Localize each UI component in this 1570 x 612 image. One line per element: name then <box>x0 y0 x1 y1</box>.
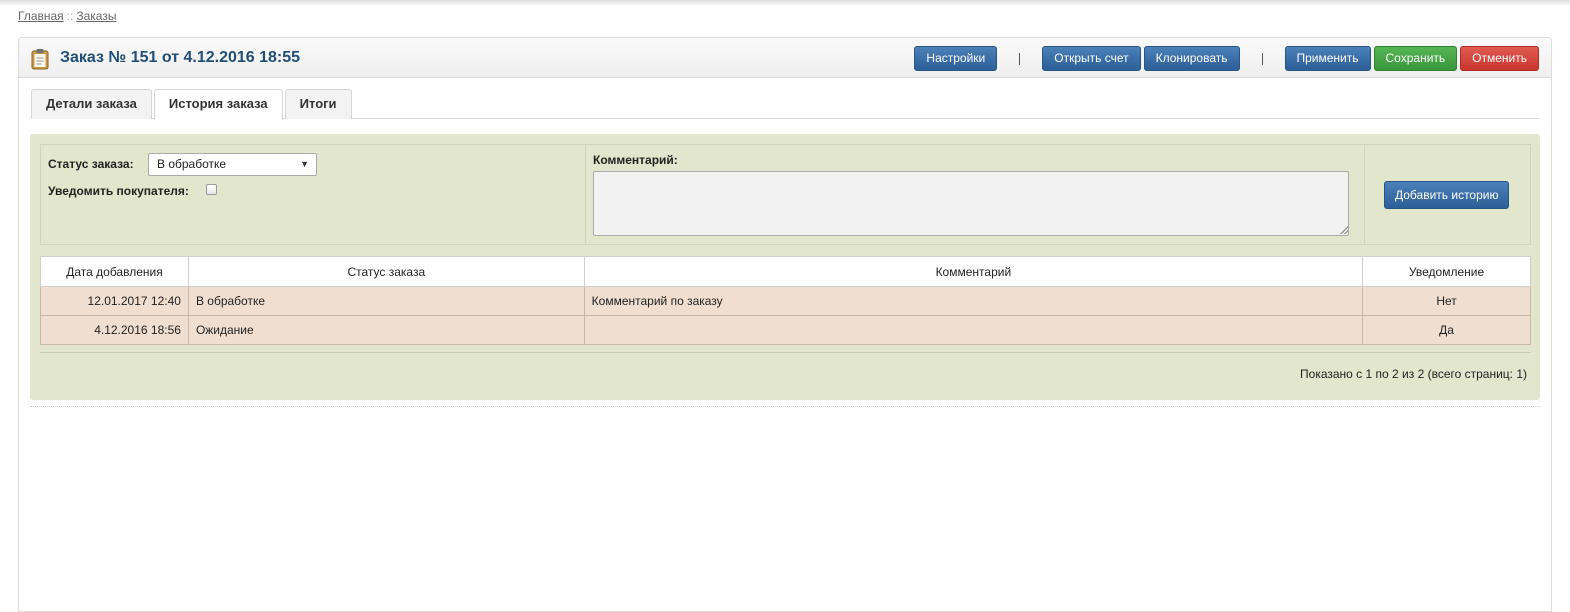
divider <box>30 406 1540 407</box>
cell-notification: Да <box>1362 315 1531 345</box>
tab-order-details[interactable]: Детали заказа <box>31 89 152 119</box>
open-invoice-button[interactable]: Открыть счет <box>1042 46 1141 71</box>
apply-button[interactable]: Применить <box>1284 46 1371 71</box>
pagination-info: Показано с 1 по 2 из 2 (всего страниц: 1… <box>1300 367 1527 381</box>
chevron-down-icon: ▼ <box>300 159 309 169</box>
toolbar-separator <box>1019 52 1021 65</box>
column-header-notification: Уведомление <box>1362 256 1531 287</box>
cell-status: Ожидание <box>187 315 585 345</box>
notify-label: Уведомить покупателя: <box>48 184 189 198</box>
history-table: Дата добавления Статус заказа Комментари… <box>40 256 1531 345</box>
status-label: Статус заказа: <box>48 157 134 171</box>
breadcrumb-home-link[interactable]: Главная <box>18 9 64 23</box>
tab-totals[interactable]: Итоги <box>284 89 352 119</box>
cell-comment <box>583 315 1364 345</box>
tab-bar: Детали заказа История заказа Итоги <box>31 89 1539 120</box>
breadcrumb-orders-link[interactable]: Заказы <box>76 9 116 23</box>
toolbar: Настройки Открыть счет Клонировать Приме… <box>914 46 1539 71</box>
table-header-row: Дата добавления Статус заказа Комментари… <box>40 256 1531 287</box>
settings-button[interactable]: Настройки <box>914 46 998 71</box>
column-header-status: Статус заказа <box>187 256 585 287</box>
history-panel: Статус заказа: В обработке ▼ Уведомить п… <box>30 134 1540 400</box>
cancel-button[interactable]: Отменить <box>1460 46 1539 71</box>
cell-notification: Нет <box>1362 286 1531 316</box>
clone-button[interactable]: Клонировать <box>1143 46 1240 71</box>
breadcrumb-separator: :: <box>66 9 74 23</box>
comment-label: Комментарий: <box>593 153 678 167</box>
status-select[interactable]: В обработке ▼ <box>148 153 317 176</box>
divider <box>40 352 1531 353</box>
action-column: Добавить историю <box>1365 145 1530 244</box>
breadcrumb: Главная:: Заказы <box>18 9 116 23</box>
comment-textarea[interactable] <box>593 171 1349 236</box>
status-column: Статус заказа: В обработке ▼ Уведомить п… <box>41 145 586 244</box>
top-shadow <box>0 0 1570 6</box>
status-select-value: В обработке <box>157 157 227 171</box>
comment-column: Комментарий: <box>586 145 1365 244</box>
order-panel: Заказ № 151 от 4.12.2016 18:55 Настройки… <box>18 37 1552 612</box>
column-header-comment: Комментарий <box>583 256 1364 287</box>
notify-checkbox[interactable] <box>206 184 217 195</box>
cell-date: 4.12.2016 18:56 <box>40 315 189 345</box>
tab-order-history[interactable]: История заказа <box>153 89 283 120</box>
page-title: Заказ № 151 от 4.12.2016 18:55 <box>60 49 301 66</box>
cell-status: В обработке <box>187 286 585 316</box>
save-button[interactable]: Сохранить <box>1373 46 1458 71</box>
panel-header: Заказ № 151 от 4.12.2016 18:55 Настройки… <box>19 38 1551 78</box>
add-history-button[interactable]: Добавить историю <box>1384 181 1510 209</box>
history-form: Статус заказа: В обработке ▼ Уведомить п… <box>40 144 1531 245</box>
table-row: 4.12.2016 18:56 Ожидание Да <box>40 315 1531 345</box>
toolbar-separator <box>1261 52 1263 65</box>
cell-date: 12.01.2017 12:40 <box>40 286 189 316</box>
cell-comment: Комментарий по заказу <box>583 286 1364 316</box>
textarea-resize-handle[interactable] <box>1340 226 1348 234</box>
table-row: 12.01.2017 12:40 В обработке Комментарий… <box>40 286 1531 316</box>
clipboard-icon <box>31 49 49 70</box>
column-header-date: Дата добавления <box>40 256 189 287</box>
